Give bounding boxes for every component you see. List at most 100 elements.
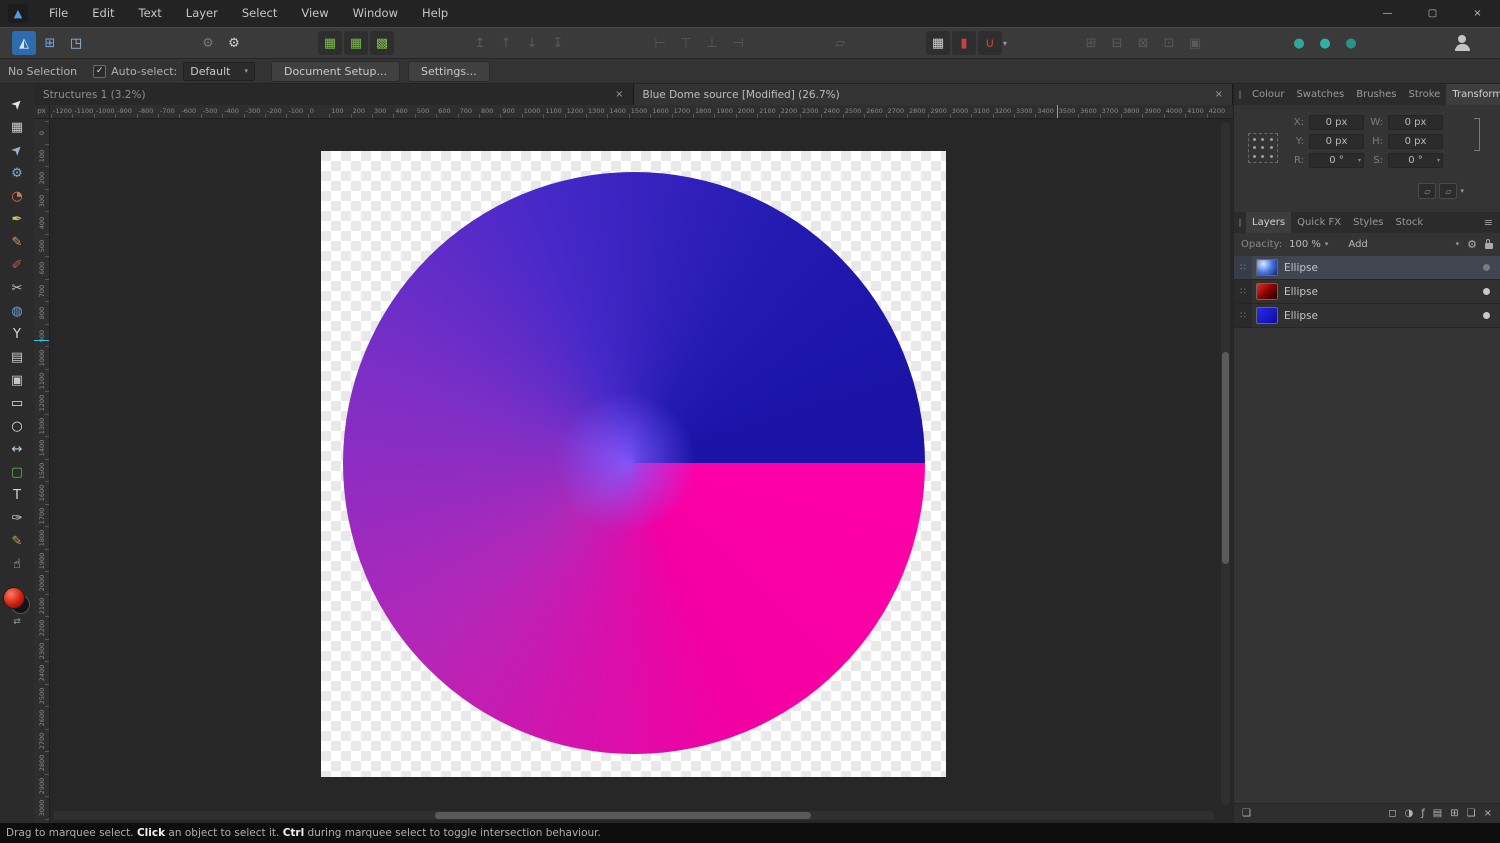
group-layers-icon[interactable]: ❏ [1467,808,1476,819]
knife-tool[interactable]: ✂ [3,277,31,300]
rotation-field[interactable]: 0 ° ▾ [1309,153,1364,168]
panel-tab-brushes[interactable]: Brushes [1350,84,1402,105]
snapshot-icon[interactable]: ▤ [1433,808,1442,819]
minimize-button[interactable]: — [1365,0,1410,27]
force-pixel-alignment-icon[interactable]: ▮ [952,31,976,55]
ruler-units[interactable]: px [34,105,50,119]
pencil-tool[interactable]: ✎ [3,231,31,254]
snapping-magnet-icon[interactable]: ∪ [978,31,1002,55]
layer-row[interactable]: ∷ Ellipse [1234,280,1500,304]
canvas-viewport[interactable] [50,119,1233,823]
blend-mode-dropdown[interactable]: Add [1348,239,1455,250]
blend-options-gear-icon[interactable]: ⚙ [1467,238,1477,251]
isometric-grid-icon[interactable]: ▩ [370,31,394,55]
vector-brush-tool[interactable]: ✐ [3,254,31,277]
horizontal-scrollbar-thumb[interactable] [435,812,811,819]
transform-mode-icon[interactable]: ▱ [1439,183,1458,199]
style-picker-tool[interactable]: ✎ [3,530,31,553]
history-gear-icon[interactable]: ⚙ [196,31,220,55]
panel-tab-colour[interactable]: Colour [1246,84,1290,105]
fill-tool[interactable]: ◍ [3,300,31,323]
export-persona-icon[interactable]: ◳ [64,31,88,55]
layer-thumbnail[interactable] [1256,283,1278,300]
panel-tab-stock[interactable]: Stock [1389,212,1429,233]
snapping-magnet-icon-chevron-icon[interactable]: ▾ [1003,39,1007,48]
shape-tool[interactable]: ▢ [3,461,31,484]
pen-tool[interactable]: ✒ [3,208,31,231]
contour-tool[interactable]: ◔ [3,185,31,208]
horizontal-scrollbar[interactable] [53,811,1215,820]
artboard[interactable] [321,151,946,777]
artboard-tool[interactable]: ▦ [3,116,31,139]
vertical-scrollbar-thumb[interactable] [1222,352,1229,564]
panel-menu-icon[interactable]: ≡ [1477,216,1500,229]
panel-tab-transform[interactable]: Transform [1446,84,1500,105]
x-field[interactable]: 0 px [1309,115,1364,130]
chevron-down-icon[interactable]: ▾ [1358,155,1361,166]
shear-field[interactable]: 0 ° ▾ [1388,153,1443,168]
dynamic-grid-icon[interactable]: ▦ [318,31,342,55]
teal-sphere-icon-2[interactable]: ● [1313,31,1337,55]
arrow-tool[interactable]: ↔ [3,438,31,461]
pixel-persona-icon[interactable]: ⊞ [38,31,62,55]
layer-state-icon[interactable]: ∷ [1234,280,1252,303]
maximize-button[interactable]: ▢ [1410,0,1455,27]
designer-persona-icon[interactable]: ◭ [12,31,36,55]
menu-select[interactable]: Select [230,0,289,27]
h-field[interactable]: 0 px [1388,134,1443,149]
tab-close-icon[interactable]: × [1205,89,1223,100]
layer-state-icon[interactable]: ∷ [1234,304,1252,327]
move-tool[interactable]: ➤ [3,93,31,116]
transform-origin-icon[interactable]: ▱ [1418,183,1437,199]
account-icon[interactable] [1450,32,1474,56]
chevron-down-icon[interactable]: ▾ [1460,187,1464,195]
layer-visibility-dot[interactable] [1483,264,1490,271]
blend-mode-chevron-icon[interactable]: ▾ [1456,240,1460,248]
panel-tab-stroke[interactable]: Stroke [1402,84,1446,105]
point-transform-tool[interactable]: ⚙ [3,162,31,185]
link-dimensions-toggle[interactable] [1474,118,1480,151]
panel-tab-quick-fx[interactable]: Quick FX [1291,212,1347,233]
settings-gear-icon[interactable]: ⚙ [222,31,246,55]
chevron-down-icon[interactable]: ▾ [1437,155,1440,166]
adjustment-layer-icon[interactable]: ◑ [1405,808,1414,819]
close-button[interactable]: × [1455,0,1500,27]
panel-grip-icon[interactable]: ∥ [1234,218,1246,227]
tab-close-icon[interactable]: × [605,89,623,100]
mask-layer-icon[interactable]: ◻ [1388,808,1396,819]
vector-crop-tool[interactable]: ▣ [3,369,31,392]
panel-tab-layers[interactable]: Layers [1246,212,1292,233]
y-field[interactable]: 0 px [1309,134,1364,149]
node-tool[interactable]: ➤ [3,139,31,162]
layer-visibility-dot[interactable] [1483,312,1490,319]
transparency-tool[interactable]: Y [3,323,31,346]
panel-grip-icon[interactable]: ∥ [1234,90,1246,99]
panel-tab-swatches[interactable]: Swatches [1290,84,1350,105]
teal-sphere-icon-1[interactable]: ● [1287,31,1311,55]
document-tab-1[interactable]: Structures 1 (3.2%) × [34,84,634,105]
pixel-grid-icon[interactable]: ▦ [344,31,368,55]
document-setup-button[interactable]: Document Setup... [270,60,400,82]
place-image-tool[interactable]: ▤ [3,346,31,369]
panel-tab-styles[interactable]: Styles [1347,212,1389,233]
auto-select-checkbox[interactable]: ✓ [93,64,107,78]
swap-colours-icon[interactable]: ⇄ [13,617,21,627]
menu-file[interactable]: File [37,0,80,27]
settings-button[interactable]: Settings... [407,60,490,82]
opacity-dropdown[interactable]: 100 % ▾ [1285,238,1332,251]
menu-window[interactable]: Window [341,0,410,27]
w-field[interactable]: 0 px [1388,115,1443,130]
menu-layer[interactable]: Layer [174,0,230,27]
layer-state-icon[interactable]: ∷ [1234,256,1252,279]
show-grid-icon[interactable]: ▦ [926,31,950,55]
layer-thumbnail[interactable] [1256,307,1278,324]
menu-edit[interactable]: Edit [80,0,126,27]
layer-effects-icon[interactable]: ƒ [1421,808,1425,819]
anchor-point-selector[interactable] [1248,133,1278,163]
app-logo-icon[interactable]: ▲ [8,4,28,23]
vertical-scrollbar[interactable] [1221,122,1230,805]
menu-help[interactable]: Help [410,0,460,27]
view-tool[interactable]: ☝ [3,553,31,576]
frame-text-tool[interactable]: T [3,484,31,507]
colour-well[interactable] [3,588,31,614]
